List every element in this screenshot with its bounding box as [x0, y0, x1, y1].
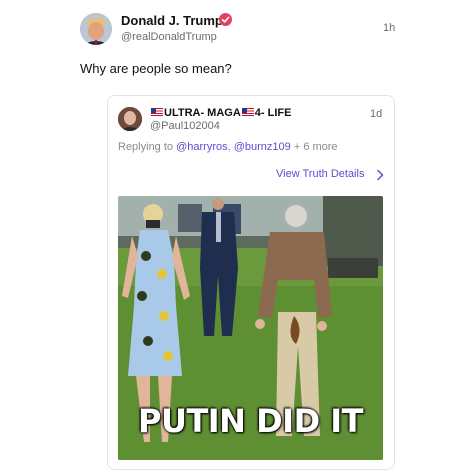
quoted-name-part2: 4- LIFE: [254, 107, 292, 119]
view-truth-details-link[interactable]: View Truth Details: [276, 168, 364, 180]
chevron-right-icon[interactable]: [375, 169, 385, 181]
truth-post: Donald J. Trump @realDonaldTrump 1h Why …: [0, 0, 474, 474]
reply-prefix: Replying to: [118, 141, 177, 153]
quoted-name-part1: ULTRA- MAGA: [164, 107, 241, 119]
post-timestamp: 1h: [383, 22, 396, 34]
meme-image[interactable]: PUTIN DID IT: [118, 196, 383, 460]
quoted-timestamp: 1d: [370, 108, 383, 120]
reply-user-link[interactable]: @harryros: [176, 141, 228, 153]
us-flag-icon: [241, 108, 254, 116]
author-avatar[interactable]: [80, 13, 112, 45]
post-text: Why are people so mean?: [80, 61, 232, 76]
meme-caption: PUTIN DID IT: [138, 402, 364, 440]
reply-more-count[interactable]: + 6 more: [291, 141, 338, 153]
us-flag-icon: [151, 108, 163, 116]
author-name[interactable]: Donald J. Trump: [121, 13, 223, 28]
replying-to-line: Replying to @harryros, @burnz109 + 6 mor…: [118, 141, 338, 153]
verified-badge-icon: [219, 13, 232, 26]
quoted-author-name[interactable]: ULTRA- MAGA 4- LIFE: [150, 107, 291, 119]
quoted-truth-card[interactable]: ULTRA- MAGA 4- LIFE @Paul102004 1d Replyi…: [107, 95, 395, 470]
reply-user-link[interactable]: @burnz109: [234, 141, 291, 153]
quoted-author-handle[interactable]: @Paul102004: [150, 120, 220, 132]
quoted-author-avatar[interactable]: [118, 107, 142, 131]
author-handle[interactable]: @realDonaldTrump: [121, 31, 217, 43]
